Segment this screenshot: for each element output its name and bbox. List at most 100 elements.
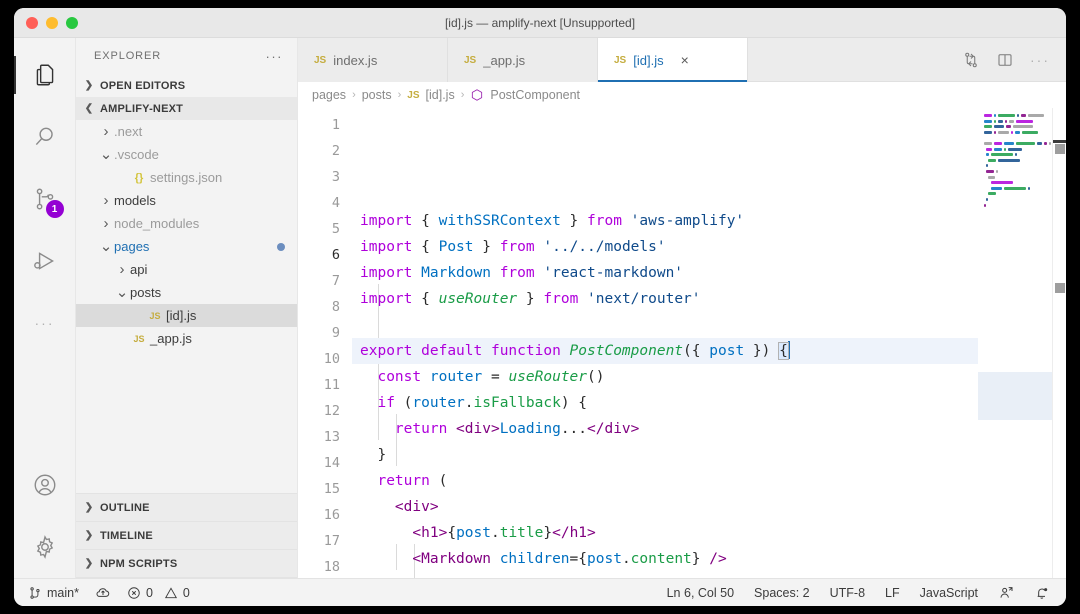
close-button[interactable] xyxy=(26,16,38,29)
minimap-line xyxy=(986,153,1052,157)
tree-item-models[interactable]: › models xyxy=(76,189,297,212)
code-line[interactable]: return ( xyxy=(352,468,978,494)
status-error-count: 0 xyxy=(145,585,153,600)
status-problems[interactable]: 0 0 xyxy=(127,586,190,600)
code-line[interactable]: <Markdown children={post.content} /> xyxy=(352,546,978,572)
code-content[interactable]: import { withSSRContext } from 'aws-ampl… xyxy=(352,108,978,578)
code-line[interactable]: export default function PostComponent({ … xyxy=(352,338,978,364)
line-number: 10 xyxy=(323,351,340,367)
code-line[interactable]: <div> xyxy=(352,494,978,520)
editor-tab-id-js[interactable]: JS [id].js × xyxy=(598,38,748,82)
breadcrumb-item-posts[interactable]: posts xyxy=(362,88,392,102)
split-changes-icon[interactable] xyxy=(962,51,980,69)
status-eol[interactable]: LF xyxy=(885,586,900,600)
activity-item-settings[interactable] xyxy=(14,516,76,578)
chevron-right-icon: ❯ xyxy=(84,558,94,569)
line-number: 12 xyxy=(323,403,340,419)
minimap-line xyxy=(986,164,1052,168)
activity-item-more-views[interactable]: ··· xyxy=(14,292,76,354)
sidebar-more-actions-icon[interactable]: ··· xyxy=(266,49,284,64)
status-bar-left: main* 0 0 xyxy=(14,586,190,600)
tree-item-id-js[interactable]: JS [id].js xyxy=(76,304,297,327)
line-number: 9 xyxy=(331,325,340,341)
code-line[interactable]: import { Post } from '../../models' xyxy=(352,234,978,260)
minimap-line xyxy=(984,114,1052,118)
minimap-line xyxy=(990,181,1052,185)
tree-item-next[interactable]: › .next xyxy=(76,120,297,143)
tree-item-api[interactable]: › api xyxy=(76,258,297,281)
tree-item-label: [id].js xyxy=(166,308,197,323)
status-encoding[interactable]: UTF-8 xyxy=(830,586,865,600)
overview-ruler[interactable] xyxy=(1052,108,1066,578)
activity-item-accounts[interactable] xyxy=(14,454,76,516)
line-number: 5 xyxy=(331,221,340,237)
status-branch-label: main* xyxy=(47,585,79,600)
window-controls[interactable] xyxy=(14,16,78,29)
tree-item-label: _app.js xyxy=(150,331,192,346)
minimize-button[interactable] xyxy=(46,16,58,29)
file-tree[interactable]: › .next ⌄ .vscode{} settings.json › models › nod… xyxy=(76,120,297,483)
breadcrumb-item-file[interactable]: [id].js xyxy=(426,88,455,102)
breadcrumb-item-pages[interactable]: pages xyxy=(312,88,346,102)
section-outline[interactable]: ❯ OUTLINE xyxy=(76,494,297,522)
line-number: 13 xyxy=(323,429,340,445)
live-share-icon[interactable] xyxy=(998,585,1014,601)
code-line[interactable]: } xyxy=(352,442,978,468)
tree-item-app-js[interactable]: JS _app.js xyxy=(76,327,297,350)
editor-tab-app-js[interactable]: JS _app.js xyxy=(448,38,598,82)
status-cursor-position[interactable]: Ln 6, Col 50 xyxy=(667,586,734,600)
close-icon[interactable]: × xyxy=(681,52,689,68)
status-sync[interactable] xyxy=(95,586,111,600)
minimap-line xyxy=(988,158,1052,163)
minimap[interactable] xyxy=(978,108,1052,578)
tree-item-label: api xyxy=(130,262,148,277)
section-open-editors[interactable]: ❯ OPEN EDITORS xyxy=(76,74,297,97)
code-line[interactable]: import { withSSRContext } from 'aws-ampl… xyxy=(352,208,978,234)
tree-item-settings-json[interactable]: {} settings.json xyxy=(76,166,297,189)
activity-item-run-and-debug[interactable] xyxy=(14,230,76,292)
tree-item-node-modules[interactable]: › node_modules xyxy=(76,212,297,235)
code-line[interactable]: import Markdown from 'react-markdown' xyxy=(352,260,978,286)
activity-item-source-control[interactable]: 1 xyxy=(14,168,76,230)
status-indentation[interactable]: Spaces: 2 xyxy=(754,586,810,600)
code-line[interactable]: import { useRouter } from 'next/router' xyxy=(352,286,978,312)
code-line[interactable]: <h1>{post.title}</h1> xyxy=(352,520,978,546)
editor-tab-index-js[interactable]: JS index.js xyxy=(298,38,448,82)
tree-item-posts[interactable]: ⌄ posts xyxy=(76,281,297,304)
breadcrumb-item-symbol[interactable]: PostComponent xyxy=(490,88,580,102)
chevron-right-icon: › xyxy=(103,192,109,209)
status-branch[interactable]: main* xyxy=(28,586,79,600)
js-icon: JS xyxy=(149,310,161,321)
code-line[interactable]: if (router.isFallback) { xyxy=(352,390,978,416)
zoom-button[interactable] xyxy=(66,16,78,29)
status-language-mode[interactable]: JavaScript xyxy=(920,586,978,600)
more-actions-icon[interactable]: ··· xyxy=(1030,52,1050,68)
chevron-right-icon: › xyxy=(397,89,402,101)
sidebar-header: EXPLORER ··· xyxy=(76,38,297,74)
minimap-slider[interactable] xyxy=(978,372,1052,420)
line-number: 18 xyxy=(323,559,340,575)
section-amplify-next[interactable]: ❮ AMPLIFY-NEXT xyxy=(76,97,297,120)
code-line[interactable]: </div> xyxy=(352,572,978,578)
minimap-line xyxy=(984,119,1052,124)
tree-item-vscode[interactable]: ⌄ .vscode xyxy=(76,143,297,166)
overview-cursor-mark xyxy=(1053,140,1066,143)
bell-dot-icon[interactable] xyxy=(1034,585,1050,601)
code-line[interactable] xyxy=(352,312,978,338)
activity-item-search[interactable] xyxy=(14,106,76,168)
tree-item-label: models xyxy=(114,193,156,208)
code-editor[interactable]: 1 2 3 4 5 6 7 8 9 10 11 12 13 14 15 16 17 18 import { wit… xyxy=(298,108,1066,578)
line-number: 15 xyxy=(323,481,340,497)
tree-item-label: pages xyxy=(114,239,150,254)
tree-item-label: .vscode xyxy=(114,147,159,162)
source-control-badge: 1 xyxy=(45,200,64,218)
activity-item-explorer[interactable] xyxy=(14,44,76,106)
split-editor-icon[interactable] xyxy=(996,51,1014,69)
text-cursor xyxy=(787,341,790,359)
code-line[interactable]: return <div>Loading...</div> xyxy=(352,416,978,442)
section-timeline[interactable]: ❯ TIMELINE xyxy=(76,522,297,550)
tree-item-pages[interactable]: ⌄ pages xyxy=(76,235,297,258)
search-icon xyxy=(32,124,58,150)
code-line[interactable]: const router = useRouter() xyxy=(352,364,978,390)
section-npm-scripts[interactable]: ❯ NPM SCRIPTS xyxy=(76,550,297,578)
